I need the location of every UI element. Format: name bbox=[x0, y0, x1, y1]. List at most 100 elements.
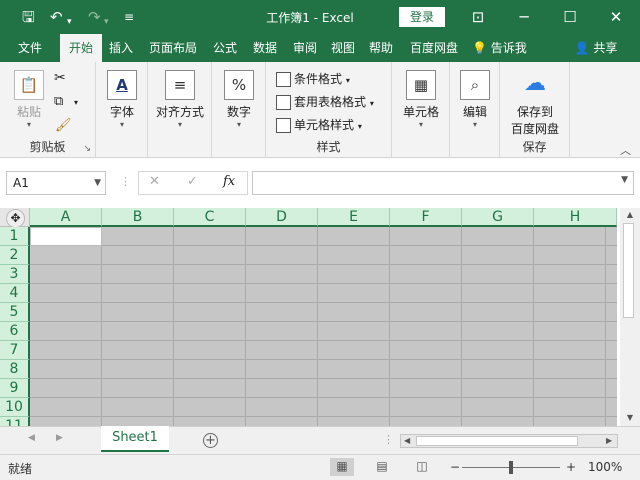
sheet-tab-sheet1[interactable]: Sheet1 bbox=[101, 426, 169, 452]
horizontal-scrollbar[interactable]: ◀ ▶ bbox=[400, 434, 618, 448]
cursor-icon: ✥ bbox=[6, 209, 25, 228]
scroll-right-icon[interactable]: ▶ bbox=[606, 436, 612, 445]
tab-home[interactable]: 开始 bbox=[60, 34, 102, 62]
font-icon: A bbox=[107, 70, 137, 100]
scroll-up-icon[interactable]: ▲ bbox=[623, 210, 637, 222]
insert-function-icon[interactable]: fx bbox=[223, 174, 235, 189]
cells-icon: ▦ bbox=[406, 70, 436, 100]
row-header[interactable]: 7 bbox=[0, 341, 30, 360]
tab-view[interactable]: 视图 bbox=[326, 34, 360, 62]
add-sheet-icon[interactable]: + bbox=[203, 433, 218, 448]
tab-data[interactable]: 数据 bbox=[248, 34, 282, 62]
row-header[interactable]: 10 bbox=[0, 398, 30, 417]
clipboard-group-label: 剪贴板 bbox=[29, 140, 66, 154]
row-header[interactable]: 1 bbox=[0, 227, 30, 246]
save-to-baidu-button[interactable]: ☁ 保存到 百度网盘 bbox=[505, 70, 565, 137]
column-header[interactable]: C bbox=[174, 208, 246, 227]
column-header[interactable]: D bbox=[246, 208, 318, 227]
row-header[interactable]: 9 bbox=[0, 379, 30, 398]
expand-formula-bar-icon[interactable]: ▼ bbox=[621, 175, 628, 185]
format-as-table-icon bbox=[276, 95, 291, 110]
cells-button[interactable]: ▦ 单元格 ▾ bbox=[397, 70, 445, 130]
tab-file[interactable]: 文件 bbox=[8, 34, 52, 62]
cut-icon[interactable]: ✂ bbox=[54, 70, 66, 86]
formula-bar-splitter-icon[interactable]: ⋮ bbox=[120, 175, 131, 188]
zoom-out-icon[interactable]: − bbox=[450, 460, 460, 474]
copy-dropdown-icon[interactable]: ▾ bbox=[74, 98, 78, 107]
column-header[interactable]: G bbox=[462, 208, 534, 227]
clipboard-group: 📋 粘贴 ▾ ✂ ⧉ ▾ 🖌 剪贴板 ↘ bbox=[0, 62, 96, 158]
tab-splitter-icon[interactable]: ⋮ bbox=[383, 433, 394, 446]
scroll-left-icon[interactable]: ◀ bbox=[404, 436, 410, 445]
number-button[interactable]: % 数字 ▾ bbox=[219, 70, 259, 130]
ribbon: 📋 粘贴 ▾ ✂ ⧉ ▾ 🖌 剪贴板 ↘ A 字体 ▾ ≡ 对齐方式 ▾ % 数… bbox=[0, 62, 640, 158]
title-bar: 🖫 ↶ ▾ ↷ ▾ ≡ 工作簿1 - Excel 登录 ⊡ ─ ☐ ✕ bbox=[0, 0, 640, 34]
conditional-formatting-button[interactable]: 条件格式 ▾ bbox=[276, 69, 350, 89]
font-button[interactable]: A 字体 ▾ bbox=[102, 70, 142, 130]
row-header[interactable]: 5 bbox=[0, 303, 30, 322]
column-header[interactable]: B bbox=[102, 208, 174, 227]
tab-formulas[interactable]: 公式 bbox=[208, 34, 242, 62]
column-header[interactable]: A bbox=[30, 208, 102, 227]
column-header[interactable]: H bbox=[534, 208, 617, 227]
normal-view-icon[interactable]: ▦ bbox=[330, 458, 354, 476]
format-as-table-button[interactable]: 套用表格格式 ▾ bbox=[276, 92, 374, 112]
collapse-ribbon-icon[interactable]: ︿ bbox=[620, 142, 631, 158]
cancel-icon[interactable]: ✕ bbox=[149, 174, 160, 189]
editing-button[interactable]: ⌕ 编辑 ▾ bbox=[455, 70, 495, 130]
tab-baidu-netdisk[interactable]: 百度网盘 bbox=[404, 34, 464, 62]
name-box-dropdown-icon[interactable]: ▼ bbox=[94, 172, 101, 194]
active-cell-a1[interactable] bbox=[30, 227, 102, 246]
prev-sheet-icon[interactable]: ◀ bbox=[28, 433, 35, 443]
cell-styles-button[interactable]: 单元格样式 ▾ bbox=[276, 115, 362, 135]
cells-label: 单元格 bbox=[402, 105, 439, 119]
row-header[interactable]: 4 bbox=[0, 284, 30, 303]
row-header[interactable]: 2 bbox=[0, 246, 30, 265]
styles-group-label: 样式 bbox=[316, 140, 341, 154]
column-header[interactable]: F bbox=[390, 208, 462, 227]
paste-button[interactable]: 📋 粘贴 ▾ bbox=[12, 70, 46, 130]
cell-styles-label: 单元格样式 bbox=[294, 118, 355, 132]
editing-label: 编辑 bbox=[462, 105, 487, 119]
conditional-formatting-label: 条件格式 bbox=[294, 72, 343, 86]
paste-icon: 📋 bbox=[14, 70, 44, 100]
share-button[interactable]: 👤 共享 bbox=[568, 34, 624, 62]
row-header[interactable]: 8 bbox=[0, 360, 30, 379]
column-header[interactable]: E bbox=[318, 208, 390, 227]
editing-dropdown-icon: ▾ bbox=[472, 120, 477, 129]
zoom-slider-thumb[interactable] bbox=[509, 461, 513, 474]
zoom-level[interactable]: 100% bbox=[588, 460, 622, 474]
paste-dropdown-icon: ▾ bbox=[26, 120, 31, 129]
name-box[interactable]: A1 ▼ bbox=[6, 171, 106, 195]
login-button[interactable]: 登录 bbox=[399, 7, 445, 27]
close-button[interactable]: ✕ bbox=[594, 0, 638, 34]
clipboard-launcher-icon[interactable]: ↘ bbox=[83, 144, 91, 154]
tell-me-search[interactable]: 💡 告诉我 bbox=[472, 34, 546, 62]
row-header[interactable]: 3 bbox=[0, 265, 30, 284]
next-sheet-icon[interactable]: ▶ bbox=[56, 433, 63, 443]
alignment-button[interactable]: ≡ 对齐方式 ▾ bbox=[152, 70, 208, 130]
row-header[interactable]: 6 bbox=[0, 322, 30, 341]
maximize-button[interactable]: ☐ bbox=[548, 0, 592, 34]
formula-input[interactable]: ▼ bbox=[252, 171, 634, 195]
save-label-line1: 保存到 bbox=[516, 105, 553, 119]
cell-range[interactable] bbox=[30, 227, 617, 426]
copy-icon[interactable]: ⧉ bbox=[54, 94, 63, 109]
tab-insert[interactable]: 插入 bbox=[104, 34, 138, 62]
ribbon-display-options-icon[interactable]: ⊡ bbox=[456, 0, 500, 34]
share-label: 共享 bbox=[593, 41, 618, 55]
minimize-button[interactable]: ─ bbox=[502, 0, 546, 34]
vertical-scrollbar[interactable]: ▲ ▼ bbox=[620, 208, 640, 426]
vertical-scroll-thumb[interactable] bbox=[623, 223, 634, 318]
tab-page-layout[interactable]: 页面布局 bbox=[144, 34, 202, 62]
scroll-down-icon[interactable]: ▼ bbox=[623, 413, 637, 425]
tab-help[interactable]: 帮助 bbox=[364, 34, 398, 62]
horizontal-scroll-thumb[interactable] bbox=[416, 436, 578, 446]
zoom-in-icon[interactable]: + bbox=[566, 460, 576, 474]
page-break-view-icon[interactable]: ◫ bbox=[410, 458, 434, 476]
enter-icon[interactable]: ✓ bbox=[187, 174, 198, 189]
format-painter-icon[interactable]: 🖌 bbox=[55, 118, 72, 133]
row-header[interactable]: 11 bbox=[0, 417, 30, 426]
tab-review[interactable]: 审阅 bbox=[288, 34, 322, 62]
page-layout-view-icon[interactable]: ▤ bbox=[370, 458, 394, 476]
